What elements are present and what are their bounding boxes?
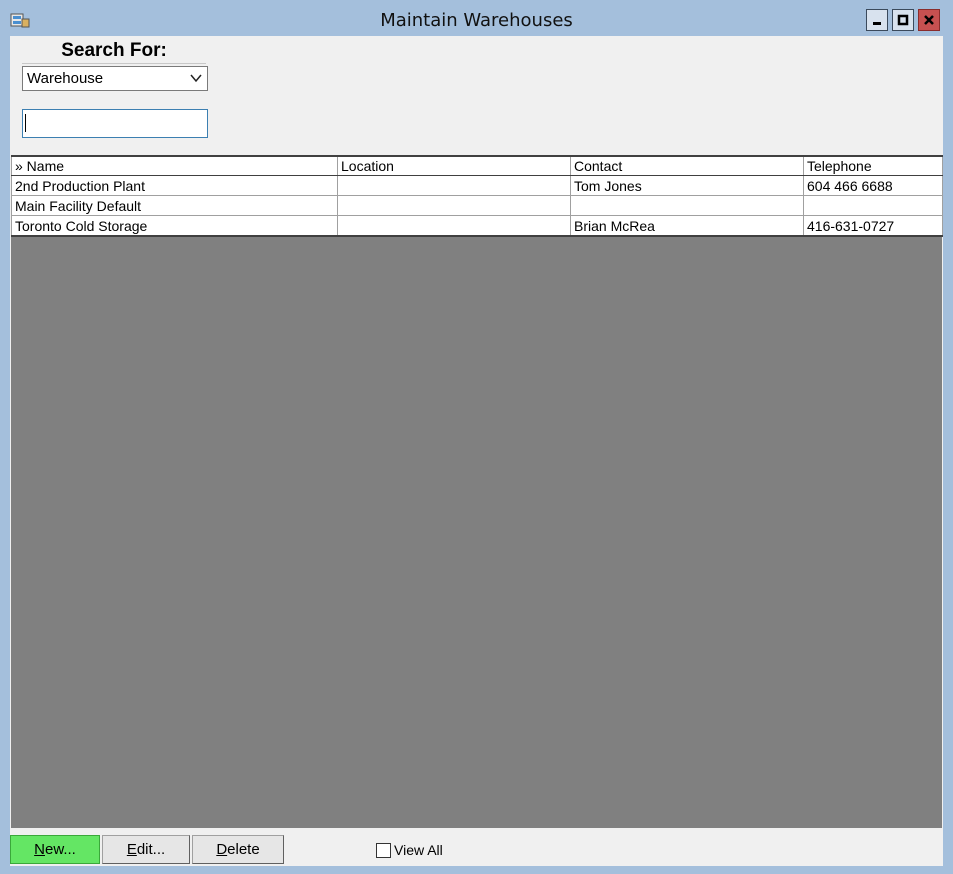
maximize-icon — [897, 14, 909, 26]
close-button[interactable] — [918, 9, 940, 31]
search-field-select[interactable]: Warehouse — [22, 66, 208, 91]
minimize-icon — [873, 22, 881, 25]
minimize-button[interactable] — [866, 9, 888, 31]
delete-button[interactable]: Delete — [192, 835, 284, 864]
delete-button-label: elete — [227, 841, 260, 858]
column-header-telephone[interactable]: Telephone — [803, 155, 943, 176]
cell-telephone: 416-631-0727 — [803, 215, 943, 237]
cell-name: 2nd Production Plant — [11, 175, 338, 196]
cell-location — [337, 195, 571, 216]
app-window: Maintain Warehouses Search For: Warehous… — [0, 0, 953, 874]
new-button[interactable]: New... — [10, 835, 100, 864]
cell-telephone: 604 466 6688 — [803, 175, 943, 196]
client-area: Search For: Warehouse » Name Location Co… — [10, 36, 943, 866]
column-header-location[interactable]: Location — [337, 155, 571, 176]
new-button-mnemonic: N — [34, 841, 45, 858]
column-header-name[interactable]: » Name — [11, 155, 338, 176]
cell-location — [337, 175, 571, 196]
title-bar[interactable]: Maintain Warehouses — [0, 0, 953, 36]
cell-contact: Tom Jones — [570, 175, 804, 196]
table-header-row: » Name Location Contact Telephone — [11, 155, 943, 176]
cell-contact: Brian McRea — [570, 215, 804, 237]
table-row[interactable]: Toronto Cold Storage Brian McRea 416-631… — [11, 215, 943, 237]
view-all-toggle[interactable]: View All — [376, 842, 443, 858]
edit-button-mnemonic: E — [126, 841, 137, 858]
table-row[interactable]: Main Facility Default — [11, 195, 943, 216]
table-row[interactable]: 2nd Production Plant Tom Jones 604 466 6… — [11, 175, 943, 196]
search-input[interactable] — [22, 109, 208, 138]
new-button-label: ew... — [44, 841, 76, 858]
search-for-label: Search For: — [22, 40, 206, 64]
edit-button-label: dit... — [136, 841, 166, 858]
maximize-button[interactable] — [892, 9, 914, 31]
column-header-contact[interactable]: Contact — [570, 155, 804, 176]
cell-name: Toronto Cold Storage — [11, 215, 338, 237]
view-all-label: View All — [394, 842, 443, 858]
edit-button[interactable]: Edit... — [102, 835, 190, 864]
cell-contact — [570, 195, 804, 216]
window-title: Maintain Warehouses — [380, 10, 573, 31]
close-icon — [924, 15, 934, 25]
cell-name: Main Facility Default — [11, 195, 338, 216]
search-field-value: Warehouse — [27, 70, 104, 87]
chevron-down-icon — [190, 74, 202, 83]
warehouse-grid[interactable]: » Name Location Contact Telephone 2nd Pr… — [11, 155, 943, 828]
view-all-checkbox[interactable] — [376, 842, 391, 858]
warehouse-table: » Name Location Contact Telephone 2nd Pr… — [11, 155, 943, 237]
delete-button-mnemonic: D — [216, 841, 228, 858]
cell-telephone — [803, 195, 943, 216]
cell-location — [337, 215, 571, 237]
text-caret — [25, 114, 26, 132]
